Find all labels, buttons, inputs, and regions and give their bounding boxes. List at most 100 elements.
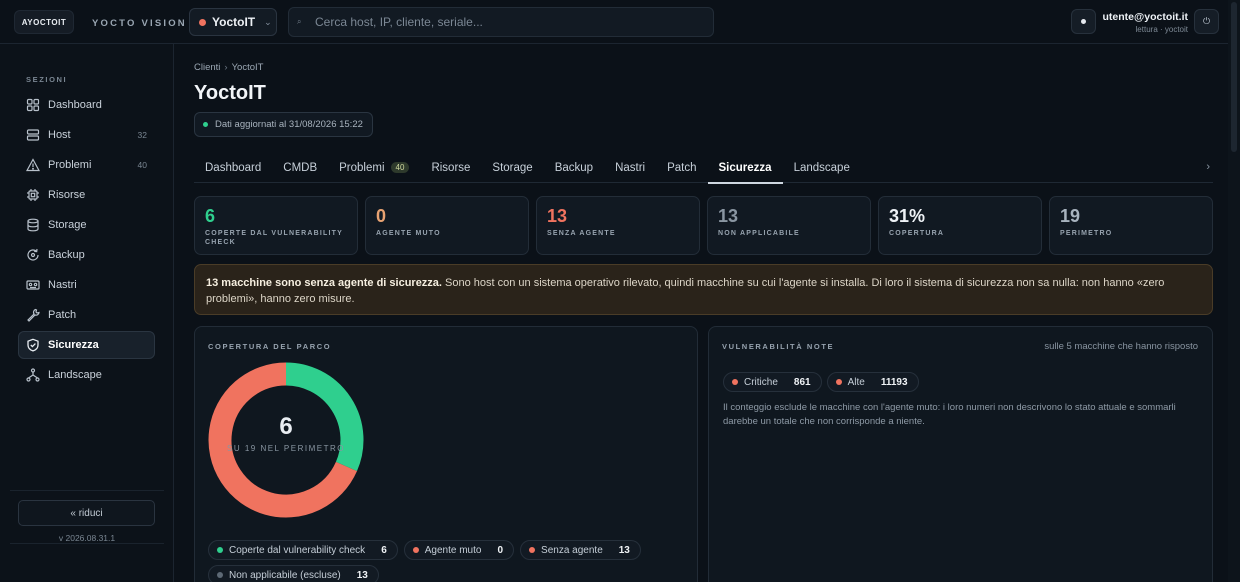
stat-value: 0 (376, 206, 387, 226)
brand-name: YOCTO VISION (92, 18, 187, 29)
stats-row: 6 COPERTE DAL VULNERABILITY CHECK 0 AGEN… (194, 196, 1213, 255)
tab-storage[interactable]: Storage (481, 152, 543, 183)
stat-card-copertura: 31% COPERTURA (878, 196, 1042, 255)
stat-card-coperte: 6 COPERTE DAL VULNERABILITY CHECK (194, 196, 358, 255)
sidebar-item-landscape[interactable]: Landscape (18, 361, 155, 389)
vuln-label: Critiche (744, 376, 778, 388)
legend-item-non-applicabile: Non applicabile (escluse) 13 (208, 565, 379, 582)
scrollbar-thumb[interactable] (1231, 2, 1237, 152)
user-email: utente@yoctoit.it (1102, 11, 1189, 23)
tab-nastri[interactable]: Nastri (604, 152, 656, 183)
sidebar-item-label: Patch (48, 309, 77, 321)
coverage-legend: Coperte dal vulnerability check 6 Agente… (208, 540, 668, 582)
stat-card-perimetro: 19 PERIMETRO (1049, 196, 1213, 255)
tab-patch[interactable]: Patch (656, 152, 707, 183)
tab-label: Storage (492, 161, 533, 174)
stat-card-senza-agente: 13 SENZA AGENTE (536, 196, 700, 255)
sidebar-item-sicurezza[interactable]: Sicurezza (18, 331, 155, 359)
search-input[interactable] (315, 15, 695, 29)
sidebar-divider (10, 543, 164, 544)
stat-label: AGENTE MUTO (376, 230, 441, 237)
sidebar-item-problemi[interactable]: Problemi 40 (18, 151, 155, 179)
sidebar-item-dashboard[interactable]: Dashboard (18, 91, 155, 119)
tab-landscape[interactable]: Landscape (783, 152, 861, 183)
stat-label: SENZA AGENTE (547, 230, 616, 237)
vulnerability-counts: Critiche 861 Alte 11193 (723, 372, 919, 392)
section-tabs: Dashboard CMDB Problemi 40 Risorse Storag… (194, 152, 1213, 184)
sidebar-item-backup[interactable]: Backup (18, 241, 155, 269)
tab-cmdb[interactable]: CMDB (272, 152, 328, 183)
coverage-panel: COPERTURA DEL PARCO 6 SU 19 NEL PERIMETR… (194, 326, 698, 582)
sidebar-item-risorse[interactable]: Risorse (18, 181, 155, 209)
tab-label: CMDB (283, 161, 318, 174)
chevron-down-icon: ⌄ (264, 16, 272, 27)
chevron-right-icon[interactable]: › (1206, 161, 1210, 173)
sidebar-section-title: SEZIONI (26, 75, 68, 84)
tab-backup[interactable]: Backup (544, 152, 604, 183)
collapse-sidebar-button[interactable]: « riduci (18, 500, 155, 526)
sidebar-item-label: Landscape (48, 369, 102, 381)
cpu-icon (26, 188, 40, 202)
vulnerability-note: Il conteggio esclude le macchine con l'a… (723, 402, 1176, 427)
warning-icon (26, 158, 40, 172)
logout-button[interactable]: ⏻ (1194, 9, 1219, 34)
stat-card-non-applicabile: 13 NON APPLICABILE (707, 196, 871, 255)
sidebar-item-label: Problemi (48, 159, 92, 171)
legend-swatch (217, 547, 223, 553)
sidebar-item-label: Risorse (48, 189, 86, 201)
sidebar-item-count: 40 (137, 160, 147, 170)
tab-sicurezza[interactable]: Sicurezza (707, 152, 783, 184)
legend-label: Coperte dal vulnerability check (229, 544, 366, 556)
backup-icon (26, 248, 40, 262)
client-selector[interactable]: YoctoIT ⌄ (189, 8, 277, 36)
power-icon: ⏻ (1202, 16, 1211, 26)
grid-icon (26, 98, 40, 112)
status-dot (203, 122, 208, 127)
app-version: v 2026.08.31.1 (58, 533, 116, 543)
tab-dashboard[interactable]: Dashboard (194, 152, 272, 183)
legend-item-senza-agente: Senza agente 13 (520, 540, 641, 560)
vuln-label: Alte (847, 376, 865, 388)
data-updated-text: Dati aggiornati al 31/08/2026 15:22 (215, 119, 363, 130)
shield-icon (26, 338, 40, 352)
tab-problemi[interactable]: Problemi 40 (328, 152, 420, 183)
tab-label: Landscape (793, 161, 850, 174)
breadcrumb: Clienti › YoctoIT (194, 62, 263, 73)
user-info: utente@yoctoit.it lettura · yoctoit (1100, 11, 1189, 34)
search-bar[interactable]: ⌕ (288, 7, 714, 37)
breadcrumb-root[interactable]: Clienti (194, 62, 220, 73)
sidebar-item-storage[interactable]: Storage (18, 211, 155, 239)
panel-note: sulle 5 macchine che hanno risposto (1044, 341, 1198, 352)
tab-label: Dashboard (205, 161, 262, 174)
vuln-value: 861 (793, 376, 811, 388)
app-logo[interactable]: AYOCTOIT (14, 10, 74, 34)
tab-label: Problemi (339, 161, 385, 174)
data-updated-badge: Dati aggiornati al 31/08/2026 15:22 (194, 112, 373, 137)
user-avatar[interactable] (1071, 9, 1096, 34)
stat-value: 31% (889, 206, 926, 226)
tab-label: Nastri (615, 161, 646, 174)
panel-title: COPERTURA DEL PARCO (208, 342, 332, 351)
breadcrumb-separator: › (224, 62, 228, 73)
user-role: lettura · yoctoit (1135, 25, 1188, 34)
legend-value: 6 (381, 544, 387, 556)
sidebar-item-label: Host (48, 129, 71, 141)
user-status-icon (1081, 19, 1086, 24)
sidebar-item-patch[interactable]: Patch (18, 301, 155, 329)
legend-swatch (412, 547, 419, 553)
tab-risorse[interactable]: Risorse (420, 152, 481, 183)
severity-dot (732, 379, 738, 385)
stat-label: COPERTURA (889, 230, 945, 237)
tab-badge: 40 (390, 162, 410, 173)
tab-label: Backup (554, 161, 594, 174)
page-scrollbar[interactable] (1228, 0, 1240, 582)
vulnerabilities-panel: VULNERABILITÀ NOTE sulle 5 macchine che … (708, 326, 1213, 582)
sidebar-item-nastri[interactable]: Nastri (18, 271, 155, 299)
client-selector-label: YoctoIT (212, 15, 256, 29)
sidebar-item-count: 32 (137, 130, 147, 140)
sidebar-item-label: Storage (48, 219, 87, 231)
stat-value: 6 (205, 206, 216, 226)
sidebar-item-host[interactable]: Host 32 (18, 121, 155, 149)
sidebar-item-label: Nastri (48, 279, 77, 291)
breadcrumb-current: YoctoIT (231, 62, 264, 73)
